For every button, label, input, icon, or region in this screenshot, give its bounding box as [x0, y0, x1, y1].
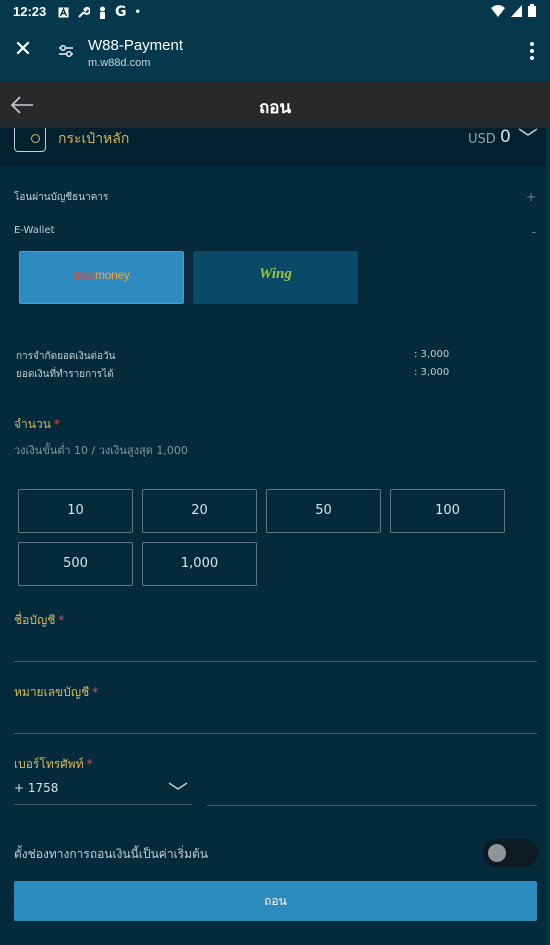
- account-name-input[interactable]: [14, 661, 537, 662]
- page-title: ถอน: [258, 98, 292, 118]
- amount-button-50[interactable]: 50: [266, 489, 381, 533]
- phone-label: เบอร์โทรศัพท์ *: [14, 757, 93, 771]
- amount-button-10[interactable]: 10: [18, 489, 133, 533]
- truemoney-logo: truemoney: [73, 268, 130, 282]
- browser-title: W88-Payment: [88, 37, 184, 54]
- amount-button-500[interactable]: 500: [18, 542, 133, 586]
- amount-label: จำนวน *: [14, 417, 60, 431]
- wing-logo: Wing: [259, 266, 292, 282]
- wrench-icon: [78, 6, 90, 18]
- withdraw-submit-button[interactable]: ถอน: [14, 881, 537, 921]
- collapse-icon[interactable]: -: [532, 225, 536, 239]
- set-default-label: ตั้งช่องทางการถอนเงินนี้เป็นค่าเริ่มต้น: [14, 847, 209, 861]
- signal-icon: [511, 4, 522, 17]
- account-number-label: หมายเลขบัญชี *: [14, 685, 99, 699]
- daily-limit-label: การจำกัดยอดเงินต่อวัน: [16, 351, 116, 362]
- truemoney-option[interactable]: truemoney: [19, 251, 184, 304]
- bank-transfer-label[interactable]: โอนผ่านบัญชีธนาคาร: [14, 190, 108, 205]
- page-header: ถอน: [0, 82, 550, 128]
- browser-toolbar: ✕ W88-Payment m.w88d.com: [0, 24, 550, 82]
- wing-option[interactable]: Wing: [193, 251, 358, 304]
- wallet-balance: 0: [500, 127, 511, 147]
- person-icon: [100, 6, 105, 19]
- amount-button-20[interactable]: 20: [142, 489, 257, 533]
- chevron-down-icon[interactable]: [518, 128, 538, 138]
- wallet-selector[interactable]: กระเป๋าหลัก USD 0: [0, 127, 546, 166]
- country-code-select[interactable]: + 1758: [14, 781, 58, 795]
- amount-input[interactable]: วงเงินขั้นต่ำ 10 / วงเงินสูงสุด 1,000: [14, 441, 188, 459]
- status-bar: 12:23 G •: [0, 0, 550, 24]
- wallet-currency: USD: [468, 132, 496, 147]
- set-default-toggle[interactable]: [483, 839, 538, 867]
- amount-button-1000[interactable]: 1,000: [142, 542, 257, 586]
- wallet-name: กระเป๋าหลัก: [58, 131, 130, 147]
- scrollbar-track: [546, 128, 550, 945]
- system-icons: [491, 4, 536, 17]
- account-name-label: ชื่อบัญชี *: [14, 613, 65, 627]
- status-time: 12:23: [13, 4, 47, 19]
- site-settings-icon[interactable]: [58, 43, 74, 59]
- daily-limit-value: : 3,000: [414, 349, 450, 360]
- chevron-down-icon[interactable]: [168, 782, 188, 792]
- google-icon: G: [115, 4, 127, 20]
- available-limit-label: ยอดเงินที่ทำรายการได้: [16, 369, 114, 380]
- expand-icon[interactable]: +: [526, 190, 536, 204]
- ewallet-label[interactable]: E-Wallet: [14, 225, 55, 236]
- browser-url: m.w88d.com: [88, 57, 151, 69]
- notification-icons: G •: [58, 4, 141, 20]
- account-number-input[interactable]: [14, 733, 537, 734]
- country-code-underline: [14, 804, 192, 805]
- a-icon: [58, 6, 69, 17]
- phone-number-input[interactable]: [207, 805, 537, 806]
- dot-icon: •: [134, 6, 141, 18]
- battery-icon: [528, 4, 536, 17]
- more-options-icon[interactable]: [528, 42, 536, 64]
- wifi-icon: [491, 4, 505, 17]
- close-icon[interactable]: ✕: [12, 39, 34, 61]
- available-limit-value: : 3,000: [414, 367, 450, 378]
- wallet-icon: [14, 128, 46, 152]
- toggle-knob: [488, 844, 506, 862]
- amount-button-100[interactable]: 100: [390, 489, 505, 533]
